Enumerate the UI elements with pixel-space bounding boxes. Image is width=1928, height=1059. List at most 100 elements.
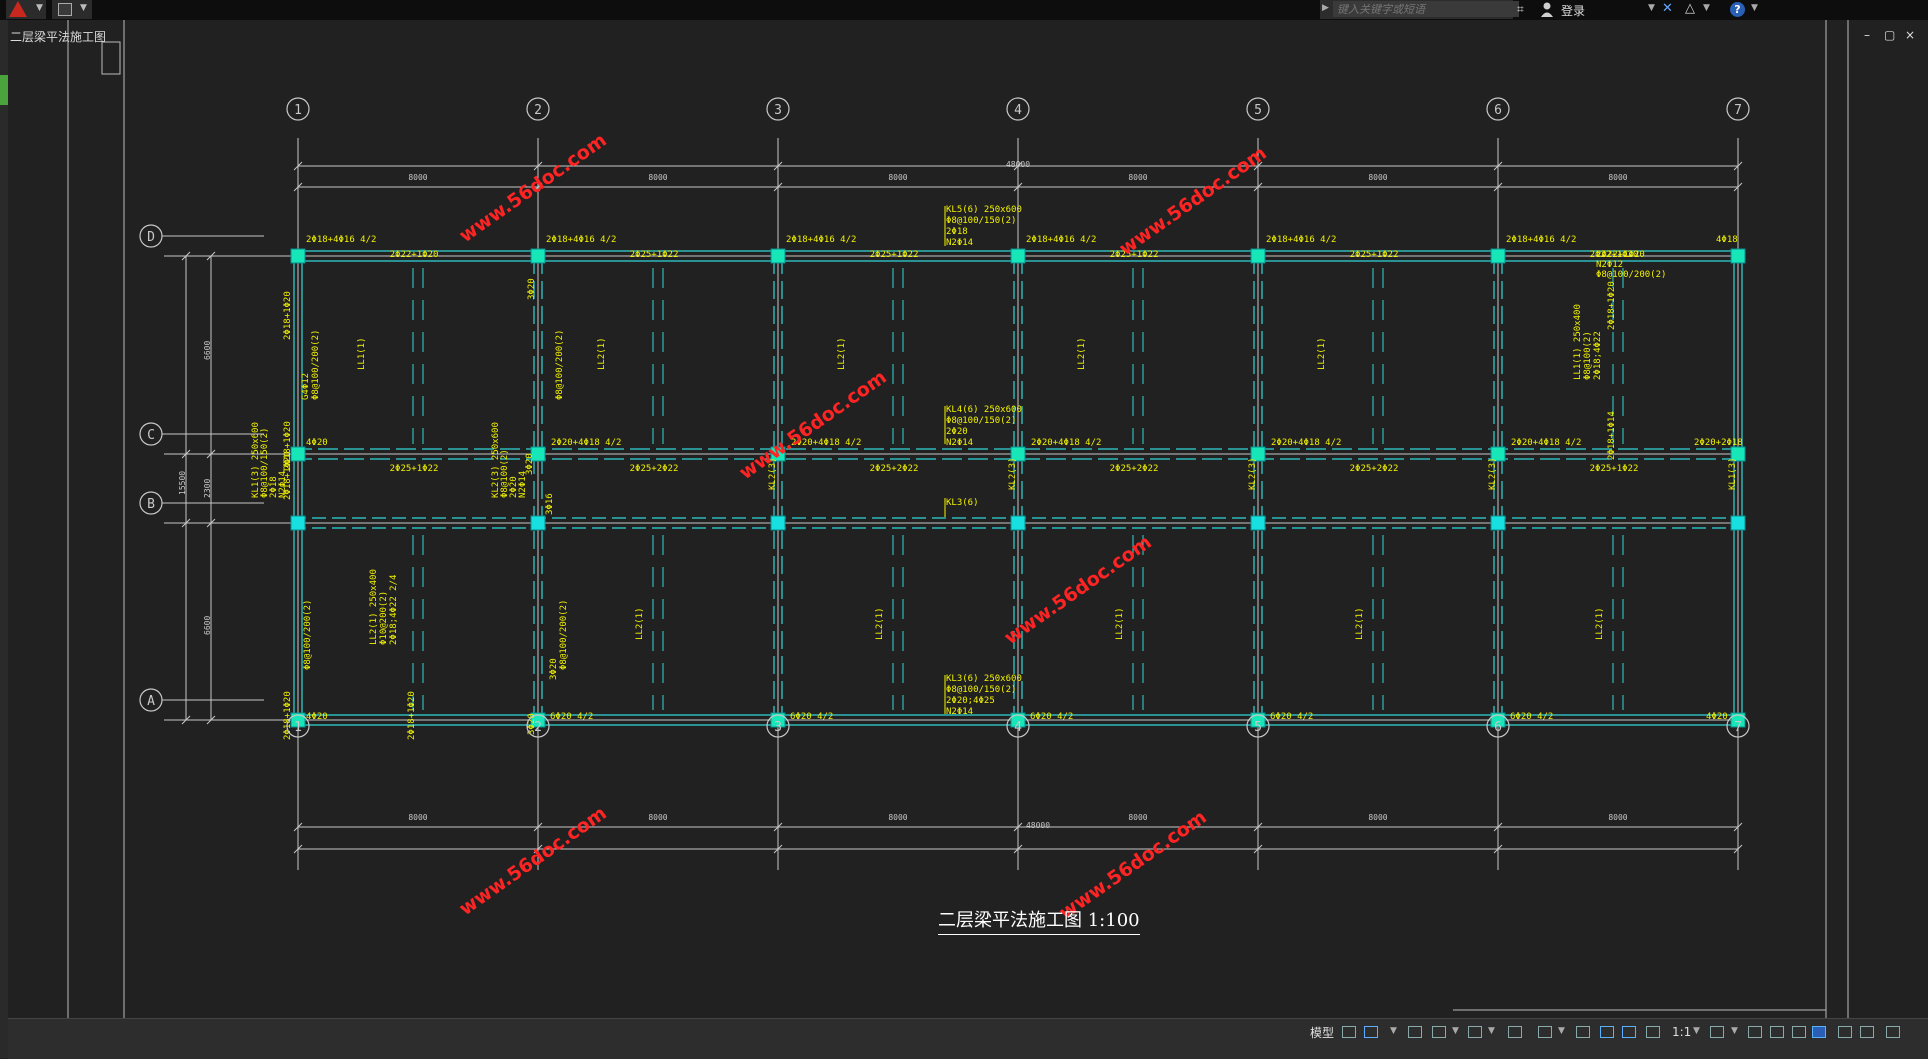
bottom-beam-label: 6Φ20 4/2 [1270, 712, 1313, 722]
kl4-label: N2Φ14 [946, 438, 973, 448]
osnap-icon[interactable] [1538, 1026, 1552, 1038]
ll2-label: LL2(1) [597, 337, 607, 370]
mid-beam-label: 2Φ20+4Φ18 4/2 [1271, 438, 1341, 448]
vertical-annotation: 2Φ18+1Φ20 [283, 291, 293, 340]
properties-icon[interactable] [1792, 1026, 1806, 1038]
column-3B [770, 515, 786, 531]
chevron-down-icon[interactable]: ▼ [1731, 1026, 1738, 1036]
kl2-small-label: KL2(3) [1488, 457, 1498, 490]
column-6B [1490, 515, 1506, 531]
bay-dimension-bottom: 8000 [1608, 813, 1627, 822]
ll2-lower-detail-label: 2Φ18;4Φ22 2/4 [389, 575, 399, 645]
axis-label-D: D [147, 230, 155, 245]
kl4-label: Φ8@100/150(2) [946, 416, 1016, 426]
column-6D [1490, 248, 1506, 264]
isodraft-icon[interactable] [1468, 1026, 1482, 1038]
axis-label-3: 3 [774, 103, 782, 118]
right-top-label: Φ8@100/200(2) [1596, 270, 1666, 280]
vertical-annotation: 2Φ18+1Φ20 [283, 691, 293, 740]
column-1B [290, 515, 306, 531]
status-bar [8, 1018, 1928, 1059]
search-input[interactable] [1333, 1, 1519, 17]
exchange-icon[interactable]: ✕ [1662, 1, 1673, 16]
mid-sub-label: 2Φ25+2Φ22 [870, 464, 919, 474]
settings-icon[interactable] [1710, 1026, 1724, 1038]
model-tab[interactable]: 模型 [1310, 1024, 1334, 1041]
chevron-down-icon[interactable]: ▼ [1390, 1026, 1397, 1036]
chevron-down-icon[interactable]: ▼ [1488, 1026, 1495, 1036]
column-4B [1010, 515, 1026, 531]
isolate-icon[interactable] [1838, 1026, 1852, 1038]
login-button[interactable]: 登录 [1561, 2, 1585, 19]
chevron-down-icon[interactable]: ▼ [1452, 1026, 1459, 1036]
drawing-title: 二层梁平法施工图 1:100 [938, 906, 1140, 935]
watermark: www.56doc.com [735, 366, 890, 484]
kl5-label: 2Φ18 [946, 227, 968, 237]
axis-label-4: 4 [1014, 103, 1022, 118]
application-menu-button[interactable]: ▼ [6, 0, 46, 19]
chevron-down-icon[interactable]: ▼ [1648, 3, 1655, 13]
mid-beam-label: 2Φ20+4Φ18 4/2 [1511, 438, 1581, 448]
vertical-annotation: Φ8@100/200(2) [555, 330, 565, 400]
annotation-scale-icon[interactable] [1600, 1026, 1614, 1038]
chevron-down-icon[interactable]: ▼ [1558, 1026, 1565, 1036]
axis-label-7: 7 [1734, 720, 1742, 735]
binoculars-icon[interactable]: ⌗ [1517, 2, 1524, 17]
kl2-small-label: KL2(3) [1248, 457, 1258, 490]
drawing-canvas[interactable]: 4800048000800080008000800080008000800080… [0, 20, 1928, 1038]
snap-icon[interactable] [1364, 1026, 1378, 1038]
axis-label-4: 4 [1014, 720, 1022, 735]
column-4D [1010, 248, 1026, 264]
plus-icon[interactable] [1748, 1026, 1762, 1038]
chevron-down-icon: ▼ [80, 3, 87, 13]
user-icon[interactable] [1540, 1, 1554, 17]
menu-icon[interactable] [1770, 1026, 1784, 1038]
kl3-bottom-label: N2Φ14 [946, 707, 973, 717]
clean-screen-icon[interactable] [1860, 1026, 1874, 1038]
ll1-label: LL1(1) [357, 337, 367, 370]
a360-icon[interactable]: △ [1685, 1, 1695, 16]
mid-beam-label: 2Φ20+4Φ18 4/2 [551, 438, 621, 448]
chevron-down-icon[interactable]: ▼ [1693, 1026, 1700, 1036]
chevron-down-icon[interactable]: ▼ [1703, 3, 1710, 13]
column-7D [1730, 248, 1746, 264]
column-1C [290, 446, 306, 462]
kl5-label: Φ8@100/150(2) [946, 216, 1016, 226]
watermark: www.56doc.com [455, 802, 610, 920]
viewcube-box [101, 41, 121, 75]
chevron-right-icon[interactable]: ▶ [1322, 3, 1329, 13]
vertical-annotation: 3Φ20 [525, 453, 535, 475]
hardware-acceleration-icon[interactable] [1812, 1026, 1826, 1038]
osnap-track-icon[interactable] [1508, 1026, 1522, 1038]
help-icon[interactable]: ? [1730, 2, 1745, 17]
bay-dimension-bottom: 8000 [408, 813, 427, 822]
ll2-lower-label: LL2(1) [635, 607, 645, 640]
customize-icon[interactable] [1886, 1026, 1900, 1038]
vertical-annotation: Φ8@100/200(2) [311, 330, 321, 400]
ortho-icon[interactable] [1408, 1026, 1422, 1038]
bottom-beam-label: 6Φ20 4/2 [1030, 712, 1073, 722]
vertical-annotation: Φ8@100/200(2) [559, 600, 569, 670]
chevron-down-icon[interactable]: ▼ [1751, 3, 1758, 13]
bay-dimension-bottom: 8000 [1128, 813, 1147, 822]
ll2-lower-label: LL2(1) [1355, 607, 1365, 640]
ll1-right-label: LL1(1) 250x400 [1573, 304, 1583, 380]
kl3-label: KL3(6) [946, 498, 979, 508]
annotation-visibility-icon[interactable] [1622, 1026, 1636, 1038]
bottom-beam-label: 6Φ20 4/2 [550, 712, 593, 722]
lineweight-icon[interactable] [1576, 1026, 1590, 1038]
ll1-right-label: Φ8@100(2) [1583, 331, 1593, 380]
chevron-down-icon: ▼ [36, 3, 43, 13]
annotation-scale[interactable]: 1:1 [1672, 1025, 1691, 1039]
quick-access-save-button[interactable]: ▼ [52, 0, 92, 19]
polar-icon[interactable] [1432, 1026, 1446, 1038]
ll2-lower-label: LL2(1) [1595, 607, 1605, 640]
grid-icon[interactable] [1342, 1026, 1356, 1038]
bottom-beam-label: 6Φ20 4/2 [790, 712, 833, 722]
top-beam-label: 2Φ18+4Φ16 4/2 [546, 235, 616, 245]
kl5-label: N2Φ14 [946, 238, 973, 248]
top-sub-label: 2Φ25+1Φ22 [630, 250, 679, 260]
workspace-icon[interactable] [1646, 1026, 1660, 1038]
mid-sub-label: 2Φ25+2Φ22 [1110, 464, 1159, 474]
vertical-annotation: G4Φ12 [301, 373, 311, 400]
